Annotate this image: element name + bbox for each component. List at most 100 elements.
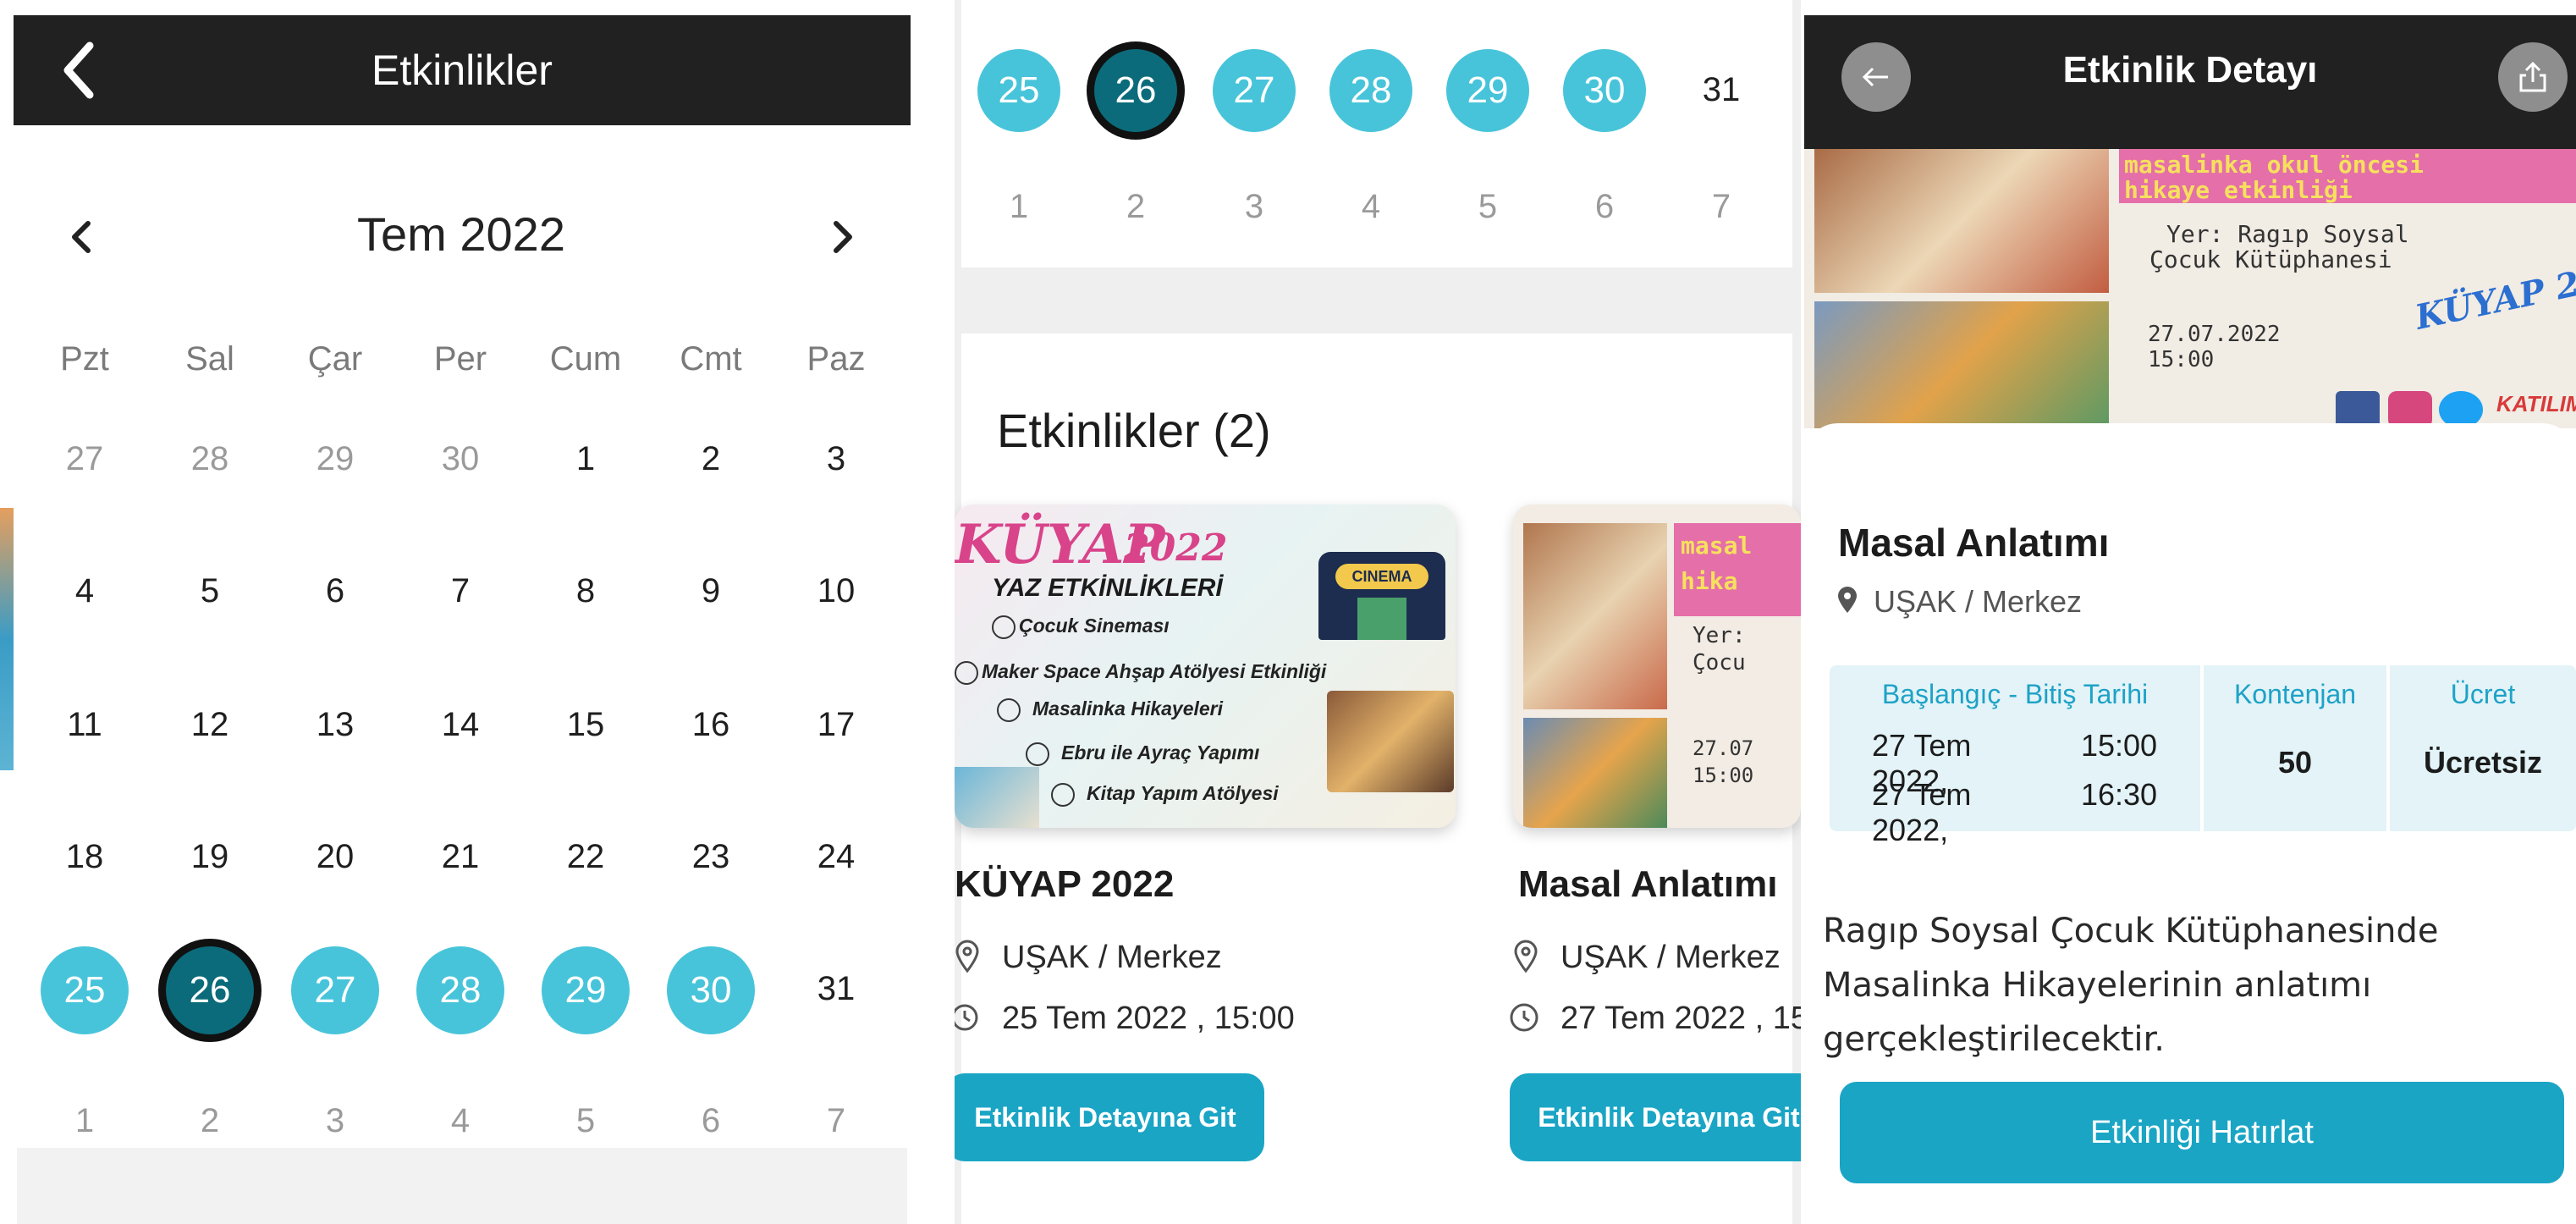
calendar-day[interactable]: 2 — [159, 1102, 261, 1140]
date-header: Başlangıç - Bitiş Tarihi — [1881, 679, 2149, 709]
event-title[interactable]: KÜYAP 2022 — [955, 863, 1174, 906]
event-detail-button[interactable]: Etkinlik Detayına Git — [955, 1073, 1264, 1161]
calendar-day[interactable]: 14 — [410, 706, 511, 744]
week-day-next[interactable]: 2 — [1085, 188, 1186, 226]
event-poster-kuyap[interactable]: KÜYAP 2022 YAZ ETKİNLİKLERİ CINEMA Çocuk… — [955, 504, 1456, 828]
calendar-day[interactable]: 28 — [159, 440, 261, 478]
poster-photo — [1523, 523, 1667, 709]
week-day-next[interactable]: 7 — [1671, 188, 1772, 226]
poster-corner: KATILIM — [2496, 391, 2576, 416]
week-day-event[interactable]: 30 — [1563, 49, 1646, 132]
content-sheet — [1804, 423, 2576, 474]
poster-brand: KÜYAP 202 — [2411, 254, 2576, 338]
calendar-day-event[interactable]: 28 — [416, 946, 504, 1034]
week-day-event[interactable]: 27 — [1213, 49, 1296, 132]
event-location: UŞAK / Merkez — [1002, 940, 1222, 975]
calendar-day[interactable]: 27 — [34, 440, 135, 478]
prev-month-icon[interactable] — [56, 212, 107, 262]
poster-date: 27.07 — [1693, 736, 1754, 760]
calendar-day[interactable]: 4 — [34, 572, 135, 610]
end-date: 27 Tem 2022, — [1872, 777, 1972, 847]
cinema-badge-text: CINEMA — [1335, 564, 1428, 589]
calendar-day[interactable]: 6 — [660, 1102, 762, 1140]
week-day[interactable]: 31 — [1671, 71, 1772, 109]
calendar-day[interactable]: 11 — [34, 706, 135, 744]
poster-item: Ebru ile Ayraç Yapımı — [1026, 742, 1259, 766]
poster-item: Masalinka Hikayeleri — [997, 697, 1223, 722]
calendar-day[interactable]: 1 — [34, 1102, 135, 1140]
week-day-next[interactable]: 6 — [1554, 188, 1655, 226]
calendar-day[interactable]: 17 — [785, 706, 887, 744]
description-line: Masalinka Hikayelerinin anlatımı — [1823, 966, 2372, 1005]
event-location: UŞAK / Merkez — [1874, 584, 2083, 619]
calendar-day[interactable]: 22 — [535, 838, 636, 876]
clock-icon — [1510, 1002, 1538, 1033]
calendar-day[interactable]: 18 — [34, 838, 135, 876]
week-day-event[interactable]: 25 — [977, 49, 1060, 132]
calendar-day-event[interactable]: 27 — [291, 946, 379, 1034]
week-day-event[interactable]: 28 — [1329, 49, 1412, 132]
poster-place: Çocu — [1693, 650, 1746, 675]
week-day-event[interactable]: 29 — [1446, 49, 1529, 132]
calendar-day-event[interactable]: 30 — [667, 946, 755, 1034]
calendar-day[interactable]: 8 — [535, 572, 636, 610]
calendar-day[interactable]: 24 — [785, 838, 887, 876]
calendar-day[interactable]: 20 — [284, 838, 386, 876]
next-month-icon[interactable] — [817, 212, 868, 262]
start-time: 15:00 — [2080, 728, 2158, 763]
end-time: 16:30 — [2080, 777, 2158, 812]
calendar-day[interactable]: 7 — [785, 1102, 887, 1140]
events-section-title: Etkinlikler (2) — [997, 403, 1271, 458]
partial-poster-edge — [0, 508, 14, 770]
calendar-day[interactable]: 13 — [284, 706, 386, 744]
calendar-day[interactable]: 19 — [159, 838, 261, 876]
week-strip — [961, 0, 1792, 267]
poster-place: Yer: Ragıp Soysal — [2166, 220, 2409, 248]
event-title[interactable]: Masal Anlatımı — [1518, 863, 1777, 906]
calendar-day-event[interactable]: 25 — [41, 946, 129, 1034]
week-day-next[interactable]: 3 — [1203, 188, 1305, 226]
weekday-label: Sal — [185, 340, 234, 378]
calendar-day[interactable]: 3 — [284, 1102, 386, 1140]
calendar-day[interactable]: 7 — [410, 572, 511, 610]
week-day-next[interactable]: 4 — [1320, 188, 1422, 226]
clock-icon — [955, 1002, 980, 1033]
calendar-day[interactable]: 16 — [660, 706, 762, 744]
event-poster-masal[interactable]: masal hika Yer: Çocu 27.07 15:00 — [1513, 504, 1801, 828]
calendar-day[interactable]: 2 — [660, 440, 762, 478]
calendar-day[interactable]: 31 — [785, 970, 887, 1008]
cinema-door — [1357, 598, 1406, 640]
calendar-day[interactable]: 15 — [535, 706, 636, 744]
weekday-label: Çar — [307, 340, 363, 378]
calendar-day[interactable]: 23 — [660, 838, 762, 876]
poster-banner: masal hika — [1674, 523, 1801, 616]
top-bar: Etkinlikler — [14, 15, 911, 125]
calendar-day[interactable]: 3 — [785, 440, 887, 478]
week-day-next[interactable]: 5 — [1437, 188, 1538, 226]
week-day-selected[interactable]: 26 — [1094, 49, 1177, 132]
calendar-day-event[interactable]: 29 — [542, 946, 630, 1034]
calendar-day[interactable]: 1 — [535, 440, 636, 478]
event-datetime: 25 Tem 2022 , 15:00 — [1002, 1001, 1295, 1036]
event-detail-button[interactable]: Etkinlik Detayına Git — [1510, 1073, 1801, 1161]
calendar-day-selected[interactable]: 26 — [166, 946, 254, 1034]
week-day-next[interactable]: 1 — [968, 188, 1070, 226]
calendar-day[interactable]: 29 — [284, 440, 386, 478]
calendar-day[interactable]: 10 — [785, 572, 887, 610]
calendar-day[interactable]: 6 — [284, 572, 386, 610]
share-icon[interactable] — [2498, 42, 2568, 112]
calendar-day[interactable]: 12 — [159, 706, 261, 744]
calendar-day[interactable]: 5 — [159, 572, 261, 610]
calendar-day[interactable]: 30 — [410, 440, 511, 478]
calendar-day[interactable]: 5 — [535, 1102, 636, 1140]
calendar-screen: Etkinlikler Tem 2022 Pzt Sal Çar Per Cum Cmt P… — [0, 0, 922, 1224]
poster-item: Maker Space Ahşap Atölyesi Etkinliği — [955, 660, 1326, 685]
poster-line: masalinka okul öncesi — [2124, 151, 2425, 179]
poster-place: Yer: — [1693, 623, 1746, 648]
poster-photo — [1327, 691, 1454, 792]
calendar-day[interactable]: 4 — [410, 1102, 511, 1140]
remind-button[interactable]: Etkinliği Hatırlat — [1840, 1082, 2564, 1183]
calendar-day[interactable]: 21 — [410, 838, 511, 876]
calendar-day[interactable]: 9 — [660, 572, 762, 610]
location-pin-icon — [1513, 940, 1538, 973]
